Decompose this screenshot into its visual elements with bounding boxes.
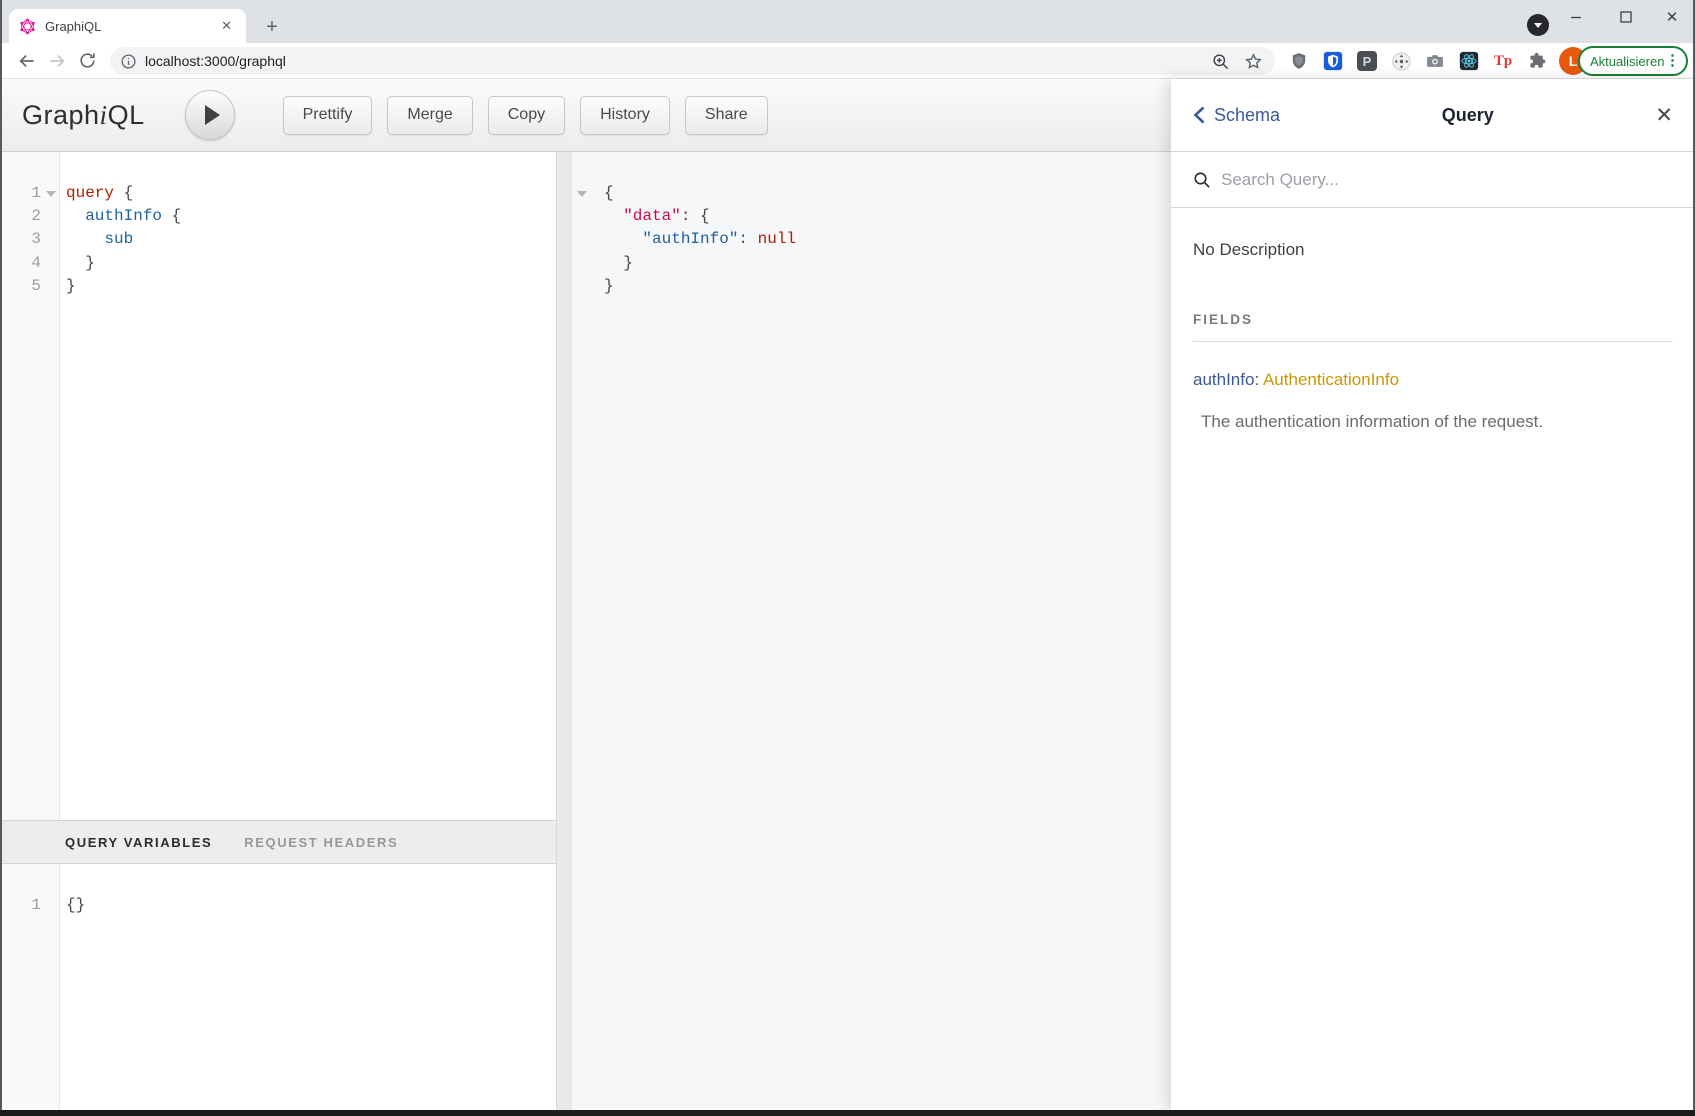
prettify-button[interactable]: Prettify [283, 96, 373, 135]
window-maximize-button[interactable] [1610, 4, 1642, 30]
doc-back-label: Schema [1214, 105, 1280, 126]
bitwarden-shield-icon[interactable] [1321, 49, 1345, 73]
window-minimize-button[interactable] [1560, 4, 1592, 30]
puzzle-icon[interactable] [1525, 49, 1549, 73]
bookmark-star-icon[interactable] [1244, 52, 1263, 71]
query-code[interactable]: query { authInfo { sub } } [61, 152, 556, 820]
chevron-left-icon [1193, 106, 1206, 124]
window-close-button[interactable]: ✕ [1656, 4, 1688, 30]
update-label: Aktualisieren [1590, 54, 1664, 69]
url-bar[interactable]: localhost:3000/graphql [110, 47, 1275, 75]
doc-title: Query [1442, 105, 1494, 126]
variables-tab-bar: QUERY VARIABLES REQUEST HEADERS [0, 820, 556, 864]
chrome-update-button[interactable]: Aktualisieren ⋮ [1578, 46, 1688, 76]
play-icon [205, 105, 220, 125]
window-edge-bottom [0, 1110, 1695, 1116]
forward-button[interactable] [42, 46, 72, 76]
tab-strip: GraphiQL ✕ + ✕ [0, 0, 1695, 43]
site-info-icon[interactable] [120, 53, 137, 70]
url-path: /graphql [235, 53, 286, 69]
chevron-down-icon [1534, 23, 1542, 28]
doc-back-link[interactable]: Schema [1193, 105, 1280, 126]
back-button[interactable] [12, 46, 42, 76]
pane-resize-handle[interactable] [556, 152, 572, 1110]
fold-arrow-icon[interactable] [46, 191, 56, 197]
share-button[interactable]: Share [685, 96, 768, 135]
merge-button[interactable]: Merge [387, 96, 472, 135]
history-button[interactable]: History [580, 96, 670, 135]
url-text[interactable]: localhost:3000/graphql [145, 53, 1211, 69]
type-description: No Description [1193, 240, 1673, 260]
field-item: authInfo: AuthenticationInfo [1193, 370, 1673, 390]
line-number-gutter: 1 2 3 4 5 [0, 152, 60, 820]
graphiql-header: GraphiQL Prettify Merge Copy History Sha… [0, 79, 1171, 152]
graphiql-logo: GraphiQL [22, 100, 145, 131]
chrome-menu-icon[interactable]: ⋮ [1665, 56, 1680, 66]
execute-button[interactable] [185, 90, 235, 140]
extensions-row: P Tp L [1287, 47, 1587, 75]
p-badge-icon[interactable]: P [1355, 49, 1379, 73]
move-crosshair-icon[interactable] [1389, 49, 1413, 73]
doc-explorer-header: Schema Query ✕ [1171, 79, 1695, 152]
tab-request-headers[interactable]: REQUEST HEADERS [244, 835, 398, 850]
tab-query-variables[interactable]: QUERY VARIABLES [65, 835, 212, 850]
browser-window: GraphiQL ✕ + ✕ localhost:3 [0, 0, 1695, 1116]
variables-editor[interactable]: 1 {} [0, 864, 556, 1110]
field-name-link[interactable]: authInfo [1193, 370, 1254, 389]
fields-heading: FIELDS [1193, 312, 1673, 342]
doc-body: No Description FIELDS authInfo: Authenti… [1171, 240, 1695, 432]
url-host: localhost:3000 [145, 53, 235, 69]
browser-toolbar: localhost:3000/graphql [0, 43, 1695, 79]
reload-button[interactable] [72, 46, 102, 76]
query-editor[interactable]: 1 2 3 4 5 query { authInfo { sub } } [0, 152, 556, 820]
tab-title: GraphiQL [45, 19, 217, 34]
camera-icon[interactable] [1423, 49, 1447, 73]
doc-search-input[interactable] [1221, 170, 1521, 190]
tab-search-button[interactable] [1527, 14, 1549, 36]
field-description: The authentication information of the re… [1193, 412, 1673, 432]
browser-tab[interactable]: GraphiQL ✕ [9, 9, 246, 43]
doc-search [1171, 152, 1695, 208]
new-tab-button[interactable]: + [258, 13, 286, 41]
doc-explorer: Schema Query ✕ No Description FIELDS aut… [1171, 79, 1695, 1110]
field-type-link[interactable]: AuthenticationInfo [1263, 370, 1399, 389]
fold-arrow-icon[interactable] [577, 191, 587, 197]
graphql-favicon-icon [19, 18, 36, 35]
result-json: { "data": { "authInfo": null } } [604, 152, 1171, 298]
result-pane[interactable]: { "data": { "authInfo": null } } [572, 152, 1171, 1110]
zoom-in-icon[interactable] [1211, 52, 1230, 71]
search-icon [1193, 171, 1211, 189]
variables-gutter: 1 [0, 864, 60, 1110]
tab-close-icon[interactable]: ✕ [217, 16, 236, 36]
window-edge-left [0, 0, 2, 1110]
tampermonkey-tp-icon[interactable]: Tp [1491, 49, 1515, 73]
doc-close-icon[interactable]: ✕ [1655, 103, 1673, 128]
ublock-shield-icon[interactable] [1287, 49, 1311, 73]
copy-button[interactable]: Copy [488, 96, 565, 135]
react-devtools-icon[interactable] [1457, 49, 1481, 73]
